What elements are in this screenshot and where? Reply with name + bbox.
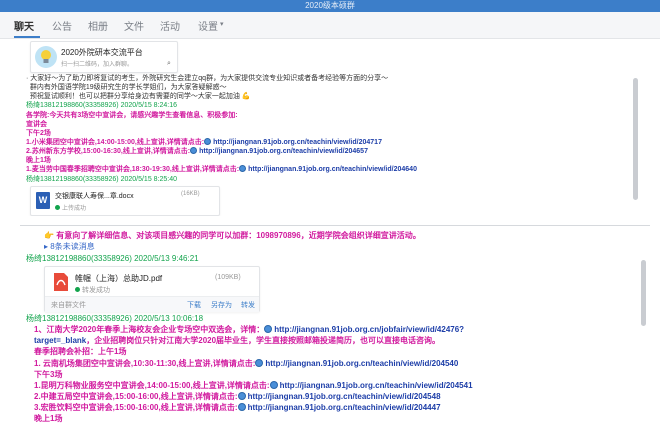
group-avatar xyxy=(35,46,57,68)
talk-d-2: 2.中建五局空中宣讲会,15:00-16:00,线上宣讲,详情请点击: http:… xyxy=(34,392,441,401)
word-doc-icon: W xyxy=(36,192,50,209)
evening-label: 晚上1场 xyxy=(34,414,63,423)
tab-album[interactable]: 相册 xyxy=(88,18,108,33)
tab-chat[interactable]: 聊天 xyxy=(14,18,34,33)
tab-activities[interactable]: 活动 xyxy=(160,18,180,33)
search-icon: ⌕ xyxy=(167,60,171,67)
bottom-scrollbar[interactable] xyxy=(641,260,646,326)
globe-icon xyxy=(239,165,247,172)
intro-line-2: 群内有外国语学院19级研究生的学长学姐们，为大家答疑解惑～ xyxy=(29,84,227,91)
talk-d-3: 3.宏胜饮料空中宣讲会,15:00-16:00,线上宣讲,详情请点击: http:… xyxy=(34,403,441,412)
globe-icon xyxy=(264,325,273,333)
show-more-link[interactable]: ▸ 8条未读消息 xyxy=(44,242,95,252)
talk-c-1: 1. 云南机场集团空中宣讲会,10:30-11:30,线上宣讲,详情请点击: ht… xyxy=(34,359,459,368)
globe-icon xyxy=(269,381,278,389)
notice-sub-2: 下午2场 xyxy=(26,130,51,137)
top-scrollbar[interactable] xyxy=(633,78,638,200)
talk-d-1: 1.昆明万科物业服务空中宣讲会,14:00-15:00,线上宣讲,详情请点击: h… xyxy=(34,381,473,390)
talk-a-2: 2.苏州新东方学校,15:00-16:30,线上宣讲,详情请点击: http://… xyxy=(26,147,368,155)
success-dot-icon xyxy=(55,205,60,210)
file-1-name: 交银康联人寿保...章.docx xyxy=(55,193,134,200)
fair-line-3: 春季招聘会补招：上午1场 xyxy=(34,347,127,356)
chevron-down-icon[interactable]: ▾ xyxy=(220,20,224,28)
tab-files[interactable]: 文件 xyxy=(124,18,144,33)
file-card-pdf[interactable]: 帷幄（上海）总助JD.pdf (109KB) 转发成功 来自群文件 下载 另存为… xyxy=(44,266,260,312)
notice-sub-1: 宣讲会 xyxy=(26,121,47,128)
file-2-source: 来自群文件 xyxy=(51,302,86,309)
file-2-footer: 来自群文件 下载 另存为 转发 xyxy=(45,296,259,312)
group-hint: 扫一扫二维码，加入群聊。 xyxy=(61,62,134,68)
talk-d-1-link[interactable]: http://jiangnan.91job.org.cn/teachin/vie… xyxy=(280,381,473,390)
save-as-button[interactable]: 另存为 xyxy=(211,300,232,310)
group-name: 2020外院研本交流平台 xyxy=(61,48,143,57)
file-2-status: 转发成功 xyxy=(75,285,110,295)
talk-b-1-link[interactable]: http://jiangnan.91job.org.cn/teachin/vie… xyxy=(248,166,417,173)
talk-a-1: 1.小米集团空中宣讲会,14:00-15:00,线上宣讲,详情请点击: http:… xyxy=(26,138,382,146)
fair-line-2: target=_blank，企业招聘岗位只针对江南大学2020届毕业生，学生直接… xyxy=(34,336,441,345)
file-2-name: 帷幄（上海）总助JD.pdf xyxy=(75,274,163,283)
afternoon-label: 下午3场 xyxy=(34,370,63,379)
file-2-size: (109KB) xyxy=(215,274,241,281)
pointing-hand-icon: 👉 xyxy=(44,231,54,240)
globe-icon xyxy=(237,403,246,411)
sender-line-2[interactable]: 杨绮13812198860(33358926) 2020/5/15 8:25:4… xyxy=(26,175,177,184)
group-invite-card[interactable]: 2020外院研本交流平台 扫一扫二维码，加入群聊。 ⌕ xyxy=(30,41,178,73)
fair-link[interactable]: http://jiangnan.91job.org.cn/jobfair/vie… xyxy=(274,325,464,334)
tab-announcements[interactable]: 公告 xyxy=(52,18,72,33)
notice-title: 各学院:今天共有3场空中宣讲会，请感兴趣学生查看信息、积极参加: xyxy=(26,112,238,119)
chat-panel-top: 2020外院研本交流平台 扫一扫二维码，加入群聊。 ⌕ · 大家好～为了助力即将… xyxy=(20,38,640,216)
globe-icon xyxy=(190,147,198,154)
talk-d-2-link[interactable]: http://jiangnan.91job.org.cn/teachin/vie… xyxy=(248,392,441,401)
file-card-docx[interactable]: W 交银康联人寿保...章.docx (16KB) 上传成功 xyxy=(30,186,220,216)
notice-sub-3: 晚上1场 xyxy=(26,157,51,164)
intro-line-3: 预祝复试顺利！也可以把群分享给身边有需要的同学～大家一起加油 💪 xyxy=(29,93,251,100)
sender-line-3[interactable]: 杨绮13812198860(33358926) 2020/5/13 9:46:2… xyxy=(26,254,199,264)
download-button[interactable]: 下载 xyxy=(187,300,201,310)
fair-line-1: 1、江南大学2020年春季上海校友会企业专场空中双选会，详情： http://ji… xyxy=(34,325,465,334)
globe-icon xyxy=(255,359,264,367)
lightbulb-icon xyxy=(41,50,51,63)
success-dot-icon xyxy=(75,287,80,292)
window-title: 2020级本硕群 xyxy=(305,1,355,10)
sender-line-4[interactable]: 杨绮13812198860(33358926) 2020/5/13 10:06:… xyxy=(26,314,203,324)
sender-line-1[interactable]: 杨绮13812198860(33358926) 2020/5/15 8:24:1… xyxy=(26,101,177,110)
talk-a-2-link[interactable]: http://jiangnan.91job.org.cn/teachin/vie… xyxy=(199,148,368,155)
upload-notice: 👉 有意向了解详细信息、对该项目感兴趣的同学可以加群：1098970896，近期… xyxy=(44,231,421,240)
globe-icon xyxy=(204,138,212,145)
fair-target[interactable]: target=_blank xyxy=(34,336,86,345)
talk-a-1-link[interactable]: http://jiangnan.91job.org.cn/teachin/vie… xyxy=(213,139,382,146)
talk-b-1: 1.麦当劳中国春季招聘空中宣讲会,18:30-19:30,线上宣讲,详情请点击:… xyxy=(26,165,417,173)
tab-bar: 聊天 公告 相册 文件 活动 设置 ▾ xyxy=(0,12,660,39)
file-1-size: (16KB) xyxy=(181,191,200,197)
talk-c-1-link[interactable]: http://jiangnan.91job.org.cn/teachin/vie… xyxy=(265,359,458,368)
talk-d-3-link[interactable]: http://jiangnan.91job.org.cn/teachin/vie… xyxy=(248,403,441,412)
globe-icon xyxy=(237,392,246,400)
window-title-bar: 2020级本硕群 xyxy=(0,0,660,12)
chat-panel-bottom: 👉 有意向了解详细信息、对该项目感兴趣的同学可以加群：1098970896，近期… xyxy=(20,225,650,441)
forward-button[interactable]: 转发 xyxy=(241,300,255,310)
flex-emoji-icon: 💪 xyxy=(241,93,251,100)
file-1-status: 上传成功 xyxy=(55,203,86,212)
pdf-icon xyxy=(54,273,68,291)
tab-settings[interactable]: 设置 xyxy=(198,18,218,33)
intro-line-1: · 大家好～为了助力即将复试的考生，外院研究生会建立qq群，为大家提供交流专业知… xyxy=(26,75,389,82)
